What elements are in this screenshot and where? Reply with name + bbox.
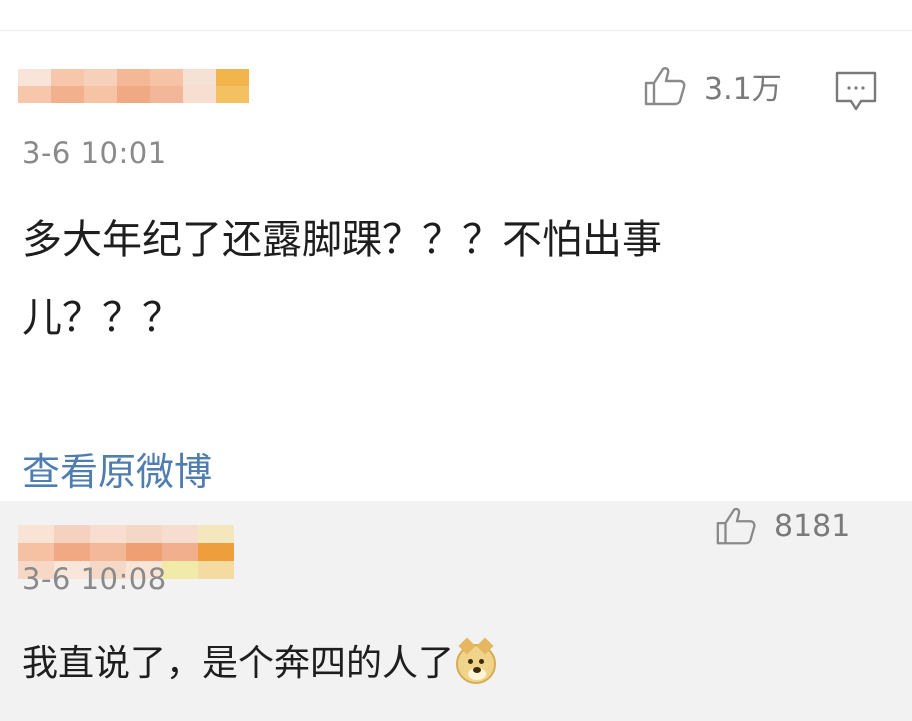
main-comment-like-count: 3.1万 [704,72,782,107]
view-original-weibo-link[interactable]: 查看原微博 [22,441,212,496]
reply-comment-button[interactable] [834,70,878,114]
top-divider-strip [0,0,912,31]
reply-comment: 8181 3-6 10:08 我直说了，是个奔四的人了 [0,501,912,721]
reply-timestamp: 3-6 10:08 [22,562,167,596]
doge-emoji-icon [456,637,497,684]
main-comment-like-button[interactable]: 3.1万 [642,63,782,109]
main-comment-text: 多大年纪了还露脚踝？？？不怕出事 儿？？？ [22,201,822,357]
comment-bubble-icon [835,71,877,111]
reply-like-button[interactable]: 8181 [714,504,850,548]
thumbs-up-icon [716,507,756,545]
reply-text: 我直说了，是个奔四的人了 [22,643,455,684]
main-comment-pixelated-username[interactable] [18,69,249,103]
thumbs-up-icon [644,67,686,106]
main-comment-text-line-2: 儿？？？ [22,295,182,341]
main-comment-timestamp: 3-6 10:01 [22,136,167,170]
reply-text-row: 我直说了，是个奔四的人了 [22,637,497,686]
main-comment-text-line-1: 多大年纪了还露脚踝？？？不怕出事 [22,217,662,263]
reply-like-count: 8181 [774,508,851,544]
main-comment: 3-6 10:01 3.1万 多大年纪了还露脚踝？？？不怕出事 儿？？？ 查看原… [0,31,912,501]
